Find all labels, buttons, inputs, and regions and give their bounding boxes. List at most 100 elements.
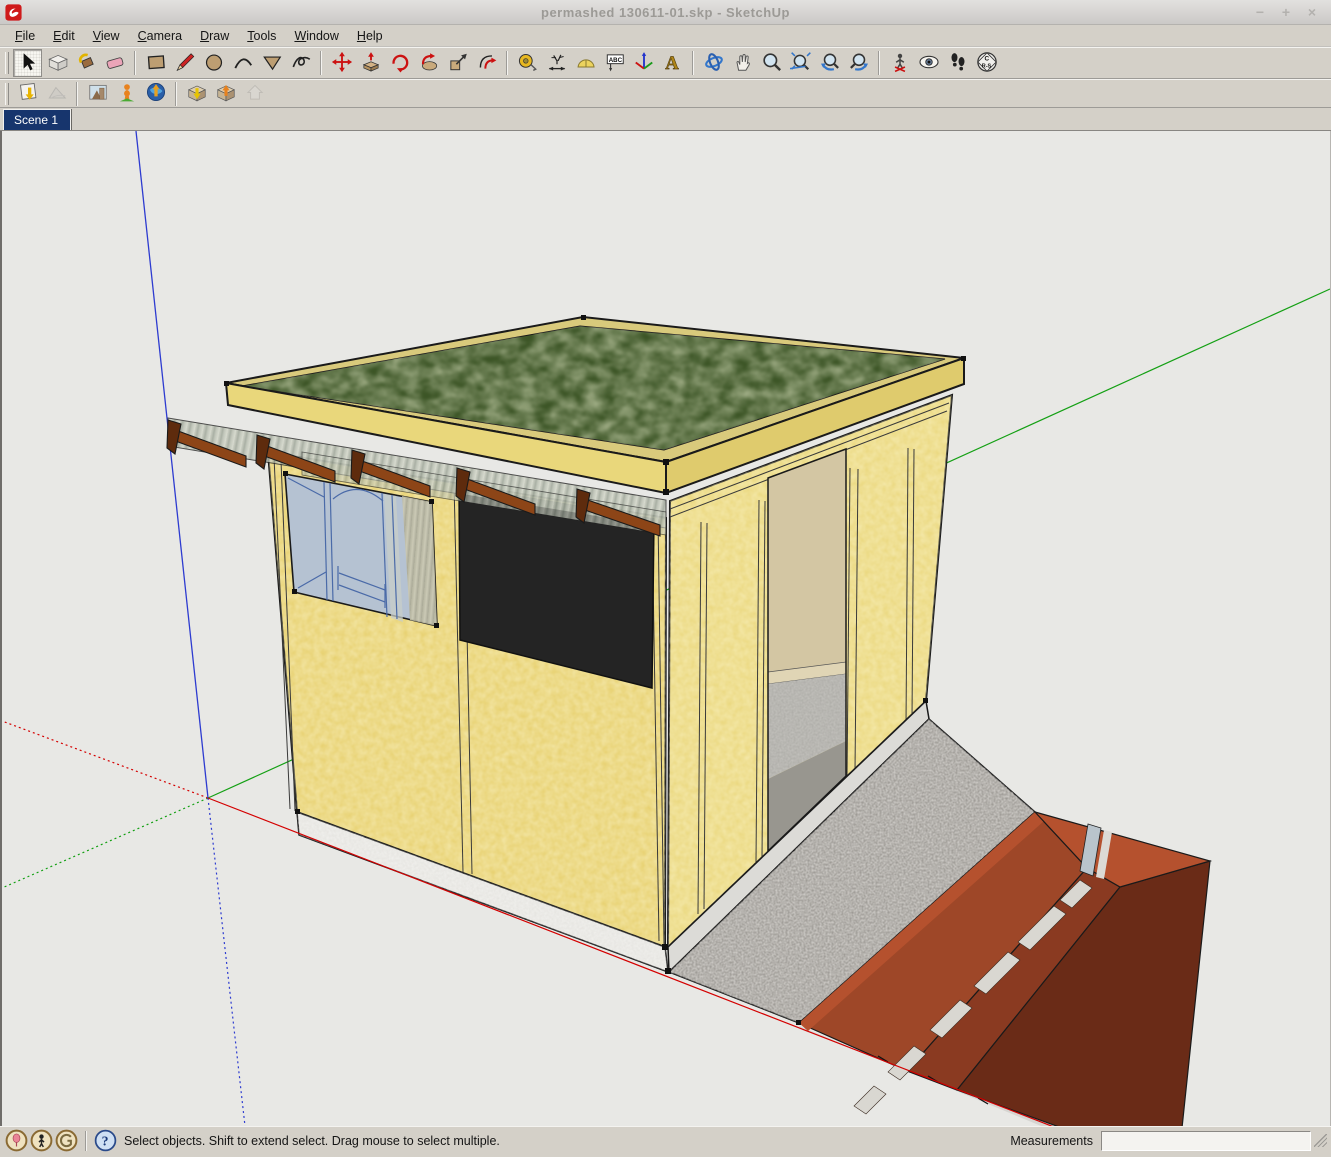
minimize-button[interactable]: − (1251, 3, 1269, 21)
3d-text-icon: A (662, 51, 684, 76)
menu-view[interactable]: View (84, 27, 129, 45)
push-pull-tool-button[interactable] (356, 49, 385, 77)
rectangle-tool-button[interactable] (141, 49, 170, 77)
svg-text:ABC: ABC (608, 57, 622, 64)
interior-back-wall (768, 449, 846, 672)
pan-tool-button[interactable] (728, 49, 757, 77)
status-location-icon[interactable] (5, 1129, 28, 1152)
toolbar-grip[interactable] (5, 52, 9, 74)
menu-help[interactable]: Help (348, 27, 392, 45)
zoom-icon (761, 51, 783, 76)
google-earth-tool-button[interactable] (141, 80, 170, 108)
svg-text:C: C (984, 55, 989, 62)
freehand-tool-button[interactable] (286, 49, 315, 77)
zoom-previous-icon (819, 51, 841, 76)
share-model-icon (215, 81, 237, 106)
push-pull-icon (360, 51, 382, 76)
shed-model[interactable] (167, 315, 1210, 1126)
arc-tool-button[interactable] (228, 49, 257, 77)
3d-text-tool-button[interactable]: A (658, 49, 687, 77)
circle-icon (203, 51, 225, 76)
follow-me-tool-button[interactable] (414, 49, 443, 77)
select-tool-button[interactable] (13, 49, 42, 77)
maximize-button[interactable]: + (1277, 3, 1295, 21)
tape-measure-tool-button[interactable] (513, 49, 542, 77)
look-around-tool-button[interactable] (914, 49, 943, 77)
protractor-icon (575, 51, 597, 76)
rotate-tool-button[interactable] (385, 49, 414, 77)
photo-textures-tool-button[interactable] (83, 80, 112, 108)
arc-icon (232, 51, 254, 76)
menu-tools[interactable]: Tools (238, 27, 285, 45)
rotate-icon (389, 51, 411, 76)
axes-tool-button[interactable] (629, 49, 658, 77)
orbit-tool-button[interactable] (699, 49, 728, 77)
scale-tool-button[interactable] (443, 49, 472, 77)
walk-icon (947, 51, 969, 76)
sketchup-window: permashed 130611-01.skp - SketchUp −+× F… (0, 0, 1331, 1154)
line-tool-button[interactable] (170, 49, 199, 77)
toggle-terrain-tool-button[interactable] (42, 80, 71, 108)
toolbar-grip[interactable] (5, 83, 9, 105)
scene-tab-1[interactable]: Scene 1 (3, 109, 71, 130)
zoom-tool-button[interactable] (757, 49, 786, 77)
status-message: Select objects. Shift to extend select. … (124, 1134, 500, 1148)
offset-tool-button[interactable] (472, 49, 501, 77)
walk-tool-button[interactable] (943, 49, 972, 77)
menu-file[interactable]: File (6, 27, 44, 45)
svg-text:?: ? (102, 1134, 109, 1149)
zoom-window-tool-button[interactable] (786, 49, 815, 77)
toolbar-separator (692, 51, 694, 75)
zoom-next-tool-button[interactable] (844, 49, 873, 77)
photo-textures-icon (87, 81, 109, 106)
menu-edit[interactable]: Edit (44, 27, 84, 45)
resize-grip[interactable] (1314, 1134, 1327, 1147)
close-button[interactable]: × (1303, 3, 1321, 21)
toolbar-google (0, 79, 1331, 108)
add-location-icon (116, 81, 138, 106)
toolbar-separator (134, 51, 136, 75)
paint-tool-button[interactable] (71, 49, 100, 77)
help-icon[interactable]: ? (94, 1129, 117, 1152)
menu-draw[interactable]: Draw (191, 27, 238, 45)
menu-window[interactable]: Window (285, 27, 347, 45)
viewport-3d[interactable] (0, 131, 1331, 1126)
share-component-tool-button[interactable] (240, 80, 269, 108)
make-component-tool-button[interactable] (42, 49, 71, 77)
protractor-tool-button[interactable] (571, 49, 600, 77)
offset-icon (476, 51, 498, 76)
section-plane-tool-button[interactable]: CR-S (972, 49, 1001, 77)
text-tool-button[interactable]: ABC (600, 49, 629, 77)
make-component-icon (46, 51, 68, 76)
get-models-tool-button[interactable] (182, 80, 211, 108)
menu-camera[interactable]: Camera (129, 27, 191, 45)
status-credits-icon[interactable] (55, 1129, 78, 1152)
get-models-icon (186, 81, 208, 106)
google-earth-icon (145, 81, 167, 106)
toggle-terrain-icon (46, 81, 68, 106)
dimension-tool-button[interactable] (542, 49, 571, 77)
position-camera-tool-button[interactable] (885, 49, 914, 77)
share-model-tool-button[interactable] (211, 80, 240, 108)
measurements-label: Measurements (1010, 1134, 1101, 1148)
title-bar: permashed 130611-01.skp - SketchUp −+× (0, 0, 1331, 25)
add-location-tool-button[interactable] (112, 80, 141, 108)
svg-text:A: A (665, 53, 679, 73)
eraser-tool-button[interactable] (100, 49, 129, 77)
toolbar-separator (175, 82, 177, 106)
polygon-tool-button[interactable] (257, 49, 286, 77)
svg-text:R-S: R-S (981, 63, 991, 69)
zoom-previous-tool-button[interactable] (815, 49, 844, 77)
circle-tool-button[interactable] (199, 49, 228, 77)
axes-icon (633, 51, 655, 76)
status-bar: ? Select objects. Shift to extend select… (0, 1126, 1331, 1154)
get-current-view-tool-button[interactable] (13, 80, 42, 108)
blue-axis-dotted (208, 798, 245, 1126)
status-author-icon[interactable] (30, 1129, 53, 1152)
measurements-input[interactable] (1101, 1131, 1311, 1151)
rectangle-icon (145, 51, 167, 76)
pan-icon (732, 51, 754, 76)
move-tool-button[interactable] (327, 49, 356, 77)
red-axis-dotted (2, 721, 208, 798)
look-around-icon (918, 51, 940, 76)
